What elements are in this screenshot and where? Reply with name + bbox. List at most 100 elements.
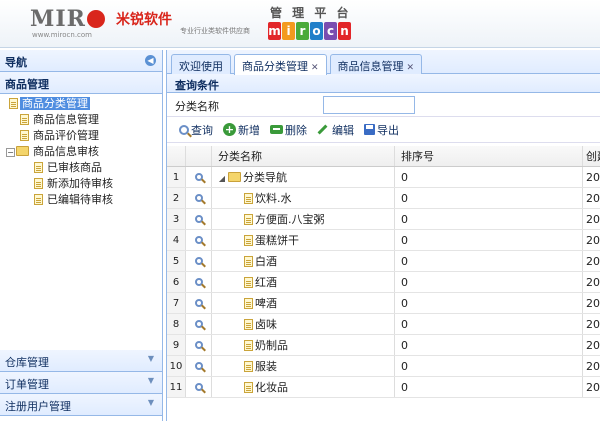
mirocn-logo: mirocn	[268, 22, 351, 40]
section-warehouse-management[interactable]: 仓库管理 ▼	[0, 350, 162, 372]
cell-name: 卤味	[212, 314, 395, 334]
save-icon	[364, 124, 375, 135]
close-icon[interactable]: ✕	[407, 63, 415, 73]
view-button[interactable]	[186, 251, 212, 271]
collapse-toggle-icon[interactable]: −	[6, 148, 15, 157]
row-number: 6	[167, 272, 186, 292]
view-button[interactable]	[186, 314, 212, 334]
table-row[interactable]: 7 啤酒 0201	[167, 293, 600, 314]
header-num	[167, 146, 186, 166]
slogan: 专业行业类软件供应商	[180, 27, 250, 35]
export-button[interactable]: 导出	[364, 122, 399, 138]
cell-created: 201	[586, 360, 600, 373]
cell-sort: 0	[395, 209, 583, 229]
category-name: 卤味	[255, 318, 277, 331]
close-icon[interactable]: ✕	[311, 63, 319, 73]
file-icon	[244, 193, 253, 204]
view-button[interactable]	[186, 335, 212, 355]
column-header-name[interactable]: 分类名称	[212, 146, 395, 166]
table-row[interactable]: 6 红酒 0201	[167, 272, 600, 293]
category-name: 分类导航	[243, 171, 287, 184]
section-product-management[interactable]: 商品管理	[0, 72, 162, 94]
table-row[interactable]: 11 化妆品 0201	[167, 377, 600, 398]
expand-arrow-icon[interactable]: ◢	[216, 168, 228, 187]
table-row[interactable]: 2 饮料.水 0201	[167, 188, 600, 209]
row-number: 8	[167, 314, 186, 334]
tree-label: 商品信息管理	[33, 113, 99, 126]
category-name-input[interactable]	[323, 96, 415, 114]
mirocn-letter: r	[296, 22, 309, 40]
table-row[interactable]: 8 卤味 0201	[167, 314, 600, 335]
magnifier-icon	[194, 383, 203, 391]
view-button[interactable]	[186, 167, 212, 187]
cell-sort: 0	[395, 188, 583, 208]
tree-item-product-review[interactable]: 商品评价管理	[0, 128, 162, 144]
table-row[interactable]: 1 ◢ 分类导航 0201	[167, 167, 600, 188]
folder-icon	[228, 172, 241, 182]
view-button[interactable]	[186, 377, 212, 397]
file-icon	[244, 319, 253, 330]
tab-welcome[interactable]: 欢迎使用	[171, 54, 231, 74]
tree-item-product-audit[interactable]: − 商品信息审核	[0, 144, 162, 160]
file-icon	[244, 340, 253, 351]
tree-label: 商品信息审核	[33, 145, 99, 158]
tab-label: 欢迎使用	[179, 60, 223, 73]
collapse-icon[interactable]: ◀	[145, 55, 156, 66]
magnifier-icon	[194, 173, 203, 181]
cell-name: 啤酒	[212, 293, 395, 313]
cell-created: 201	[586, 381, 600, 394]
category-name: 红酒	[255, 276, 277, 289]
view-button[interactable]	[186, 356, 212, 376]
tab-category-management[interactable]: 商品分类管理 ✕	[234, 54, 327, 75]
tab-product-info[interactable]: 商品信息管理 ✕	[329, 54, 423, 74]
view-button[interactable]	[186, 188, 212, 208]
plus-icon: +	[223, 123, 236, 136]
cell-created: 201	[586, 234, 600, 247]
tab-label: 商品信息管理	[337, 60, 404, 73]
toolbar: 查询 + 新增 删除 编辑 导出	[167, 117, 600, 143]
column-header-sort[interactable]: 排序号	[395, 146, 583, 166]
section-order-management[interactable]: 订单管理 ▼	[0, 372, 162, 394]
query-row: 分类名称	[167, 93, 600, 117]
row-number: 7	[167, 293, 186, 313]
tree-label: 已审核商品	[47, 161, 102, 174]
folder-icon	[16, 146, 29, 156]
view-button[interactable]	[186, 209, 212, 229]
file-icon	[244, 298, 253, 309]
category-name: 饮料.水	[255, 192, 292, 205]
search-button[interactable]: 查询	[179, 122, 213, 138]
tree-label: 商品分类管理	[20, 97, 90, 110]
logo: MIR	[30, 6, 105, 32]
add-button[interactable]: + 新增	[223, 122, 260, 138]
view-button[interactable]	[186, 230, 212, 250]
tree-item-product-info[interactable]: 商品信息管理	[0, 112, 162, 128]
delete-button[interactable]: 删除	[270, 122, 307, 138]
file-icon	[34, 178, 43, 189]
tree-item-edited-pending[interactable]: 已编辑待审核	[0, 192, 162, 208]
edit-button[interactable]: 编辑	[317, 122, 354, 138]
category-name: 方便面.八宝粥	[255, 213, 325, 226]
tree-item-new-pending[interactable]: 新添加待审核	[0, 176, 162, 192]
table-row[interactable]: 3 方便面.八宝粥 0201	[167, 209, 600, 230]
cell-sort: 0	[395, 356, 583, 376]
magnifier-icon	[194, 257, 203, 265]
cell-sort: 0	[395, 314, 583, 334]
file-icon	[244, 256, 253, 267]
tree-item-audited[interactable]: 已审核商品	[0, 160, 162, 176]
table-row[interactable]: 10 服装 0201	[167, 356, 600, 377]
table-row[interactable]: 5 白酒 0201	[167, 251, 600, 272]
table-row[interactable]: 9 奶制品 0201	[167, 335, 600, 356]
table-row[interactable]: 4 蛋糕饼干 0201	[167, 230, 600, 251]
magnifier-icon	[194, 299, 203, 307]
section-user-management[interactable]: 注册用户管理 ▼	[0, 394, 162, 416]
mirocn-letter: o	[310, 22, 323, 40]
cell-created: 201	[586, 171, 600, 184]
cell-sort: 0	[395, 335, 583, 355]
logo-url: www.mirocn.com	[32, 31, 92, 39]
view-button[interactable]	[186, 293, 212, 313]
category-name: 化妆品	[255, 381, 288, 394]
cell-sort: 0	[395, 251, 583, 271]
tree-item-category-management[interactable]: 商品分类管理	[0, 96, 162, 112]
view-button[interactable]	[186, 272, 212, 292]
column-header-created[interactable]: 创建	[583, 146, 600, 166]
